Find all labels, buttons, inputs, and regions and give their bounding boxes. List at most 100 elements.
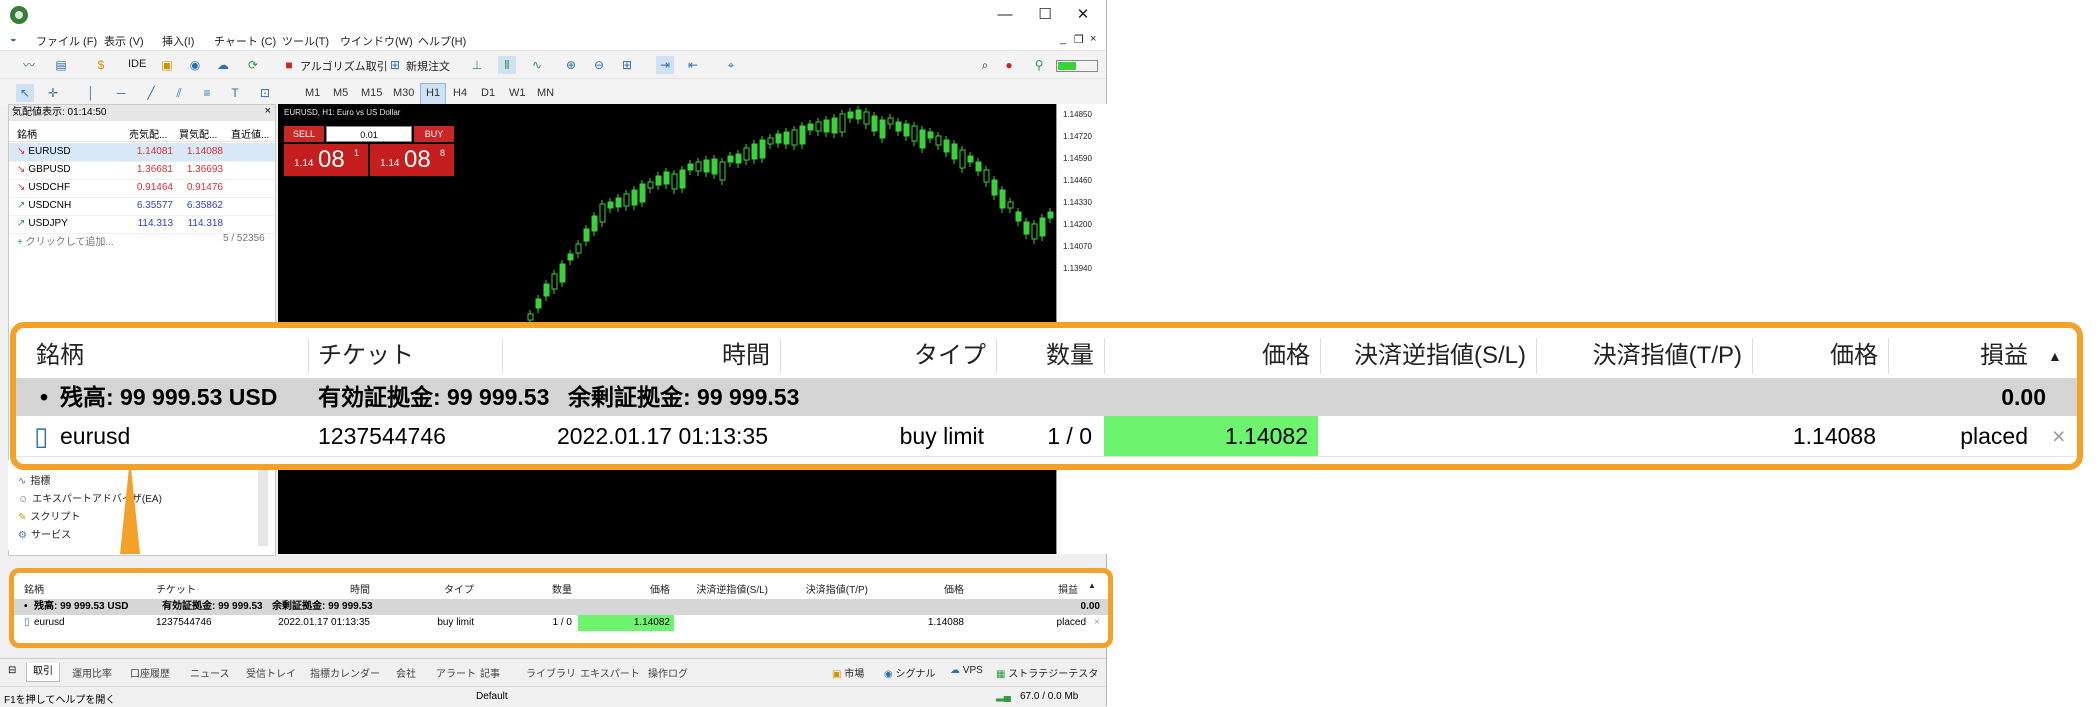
small-column-header-symbol[interactable]: 銘柄 [20, 581, 120, 596]
market-watch-row[interactable]: ↗ USDJPY 114.313 114.318 [9, 215, 275, 234]
market-watch-row[interactable]: ↘ USDCHF 0.91464 0.91476 [9, 179, 275, 198]
market-watch-row[interactable]: ↗ USDCNH 6.35577 6.35862 [9, 197, 275, 216]
order-take-profit[interactable] [1536, 416, 1750, 456]
toolbox-tab[interactable]: ライブラリ [526, 665, 576, 680]
timeframe-m15[interactable]: M15 [356, 83, 387, 103]
vps-icon[interactable]: ☁ [214, 56, 232, 74]
nav-item-indicators[interactable]: ∿ 指標 [18, 472, 50, 487]
signals-icon[interactable]: ◉ [186, 56, 204, 74]
column-separator[interactable] [1888, 338, 1889, 374]
minimize-button[interactable]: — [990, 4, 1020, 26]
small-column-header-time[interactable]: 時間 [190, 581, 374, 596]
mw-col-symbol[interactable]: 銘柄 [17, 126, 37, 141]
mw-col-bid[interactable]: 売気配... [129, 126, 167, 141]
column-header-volume[interactable]: 数量 [996, 334, 1104, 378]
order-close-small-button[interactable]: × [1090, 615, 1104, 631]
order-close-button[interactable]: × [2042, 416, 2075, 456]
ide-button[interactable]: IDE [128, 58, 146, 70]
small-column-header-tp[interactable]: 決済指値(T/P) [774, 581, 872, 596]
market-watch-close-button[interactable]: × [265, 105, 271, 117]
zoom-out-icon[interactable]: ⊖ [590, 56, 608, 74]
algo-trading-icon[interactable]: ■ [280, 56, 298, 74]
menu-view[interactable]: 表示 (V) [104, 33, 144, 49]
inner-close-button[interactable]: × [1090, 33, 1096, 45]
algo-trading-button[interactable]: アルゴリズム取引 [300, 58, 388, 74]
search-icon[interactable]: ⌕ [976, 56, 994, 74]
nav-item-scripts[interactable]: ✎ スクリプト [18, 508, 80, 523]
sort-ascending-icon[interactable]: ▲ [2038, 334, 2072, 378]
channel-icon[interactable]: ⫽ [170, 84, 188, 102]
toolbox-tab[interactable]: 会社 [396, 665, 416, 680]
column-separator[interactable] [1320, 338, 1321, 374]
timeframe-m1[interactable]: M1 [300, 83, 325, 103]
column-separator[interactable] [1104, 338, 1105, 374]
column-header-tp[interactable]: 決済指値(T/P) [1536, 334, 1752, 378]
toolbox-toggle-icon[interactable]: ⊟ [8, 665, 16, 676]
column-header-type[interactable]: タイプ [780, 334, 996, 378]
market-icon[interactable]: ▣ [158, 56, 176, 74]
column-separator[interactable] [308, 338, 309, 374]
menu-tools[interactable]: ツール(T) [282, 33, 329, 49]
new-order-button[interactable]: 新規注文 [406, 58, 450, 74]
close-button[interactable]: ✕ [1068, 4, 1098, 26]
column-header-sl[interactable]: 決済逆指値(S/L) [1320, 334, 1536, 378]
toolbox-tab[interactable]: 取引 [26, 663, 60, 682]
trendline-icon[interactable]: ╱ [142, 84, 160, 102]
toolbox-tab[interactable]: 受信トレイ [246, 665, 296, 680]
horizontal-line-icon[interactable]: ─ [112, 84, 130, 102]
small-column-header-price[interactable]: 価格 [578, 581, 674, 596]
column-header-price[interactable]: 価格 [1104, 334, 1320, 378]
menu-help[interactable]: ヘルプ(H) [418, 33, 466, 49]
vps-tool[interactable]: ☁ VPS [950, 665, 983, 676]
column-header-symbol[interactable]: 銘柄 [26, 334, 318, 378]
maximize-button[interactable]: ☐ [1030, 4, 1060, 26]
chart-type-icon[interactable]: 〰 [20, 56, 38, 74]
line-chart-icon[interactable]: ∿ [528, 56, 546, 74]
small-sort-icon[interactable]: ▲ [1084, 581, 1100, 590]
add-symbol-link[interactable]: + クリックして追加... [17, 233, 114, 248]
zoom-in-icon[interactable]: ⊕ [562, 56, 580, 74]
inner-restore-button[interactable]: ❐ [1074, 33, 1084, 46]
screenshot-icon[interactable]: ⌖ [722, 56, 740, 74]
timeframe-mn[interactable]: MN [532, 83, 559, 103]
timeframe-h4[interactable]: H4 [448, 83, 472, 103]
text-icon[interactable]: T [226, 84, 244, 102]
column-separator[interactable] [996, 338, 997, 374]
order-row[interactable]: ▯ eurusd 1237544746 2022.01.17 01:13:35 … [16, 416, 2077, 457]
order-stop-loss[interactable] [1320, 416, 1534, 456]
order-row-small[interactable]: ▯ eurusd 1237544746 2022.01.17 01:13:35 … [14, 615, 1108, 631]
column-separator[interactable] [1536, 338, 1537, 374]
toolbox-tab[interactable]: アラート [436, 665, 476, 680]
small-column-header-current-price[interactable]: 価格 [874, 581, 968, 596]
cursor-icon[interactable]: ↖ [16, 84, 34, 102]
autoscroll-icon[interactable]: ⇥ [656, 56, 674, 74]
toolbox-tab[interactable]: 操作ログ [648, 665, 688, 680]
fibonacci-icon[interactable]: ≡ [198, 84, 216, 102]
toolbox-tab[interactable]: 指標カレンダー [310, 665, 380, 680]
account-icon[interactable]: ⚲ [1030, 56, 1048, 74]
timeframe-m30[interactable]: M30 [388, 83, 419, 103]
nav-item-services[interactable]: ⚙ サービス [18, 526, 71, 541]
profiles-icon[interactable]: $ [92, 56, 110, 74]
toolbox-tab[interactable]: 運用比率 [72, 665, 112, 680]
column-header-ticket[interactable]: チケット [308, 334, 502, 378]
toolbox-tab[interactable]: 記事 [480, 665, 500, 680]
chart-shift-icon[interactable]: ⇤ [684, 56, 702, 74]
small-column-header-profit[interactable]: 損益 [970, 581, 1082, 596]
nav-item-experts[interactable]: ☺ エキスパートアドバイザ(EA) [18, 490, 162, 505]
column-separator[interactable] [502, 338, 503, 374]
column-header-time[interactable]: 時間 [502, 334, 780, 378]
timeframe-d1[interactable]: D1 [476, 83, 500, 103]
market-tool[interactable]: ▣ 市場 [832, 665, 864, 680]
inner-minimize-button[interactable]: _ [1060, 33, 1066, 45]
vertical-line-icon[interactable]: │ [82, 84, 100, 102]
new-order-icon[interactable]: ⊞ [386, 56, 404, 74]
column-separator[interactable] [1752, 338, 1753, 374]
grid-icon[interactable]: ⊞ [618, 56, 636, 74]
market-watch-row[interactable]: ↘ GBPUSD 1.36681 1.36693 [9, 161, 275, 180]
toolbox-tab[interactable]: 口座履歴 [130, 665, 170, 680]
column-separator[interactable] [780, 338, 781, 374]
mw-col-last[interactable]: 直近値... [231, 126, 269, 141]
menu-chart[interactable]: チャート (C) [214, 33, 276, 49]
timeframe-w1[interactable]: W1 [504, 83, 531, 103]
